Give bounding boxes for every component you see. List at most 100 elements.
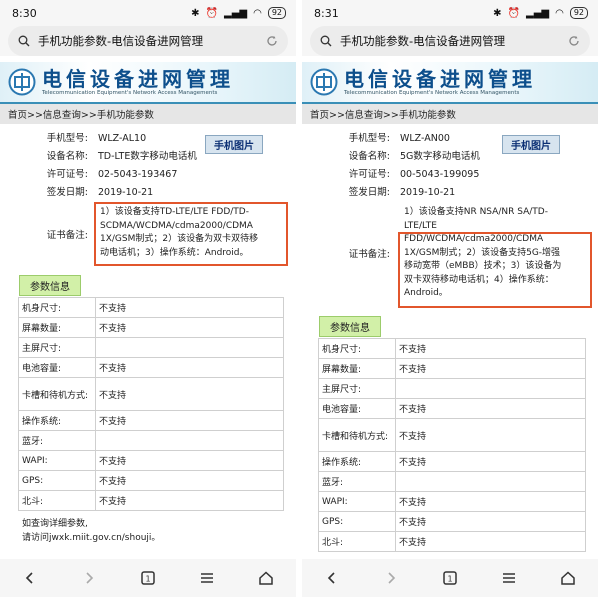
license-value: 02-5043-193467	[98, 169, 178, 180]
site-logo	[310, 68, 338, 96]
param-value: 不支持	[395, 398, 586, 419]
param-value: 不支持	[95, 357, 284, 378]
browser-nav-bar: 1	[302, 559, 598, 597]
phone-photo-button[interactable]: 手机图片	[205, 135, 263, 154]
address-bar[interactable]: 手机功能参数-电信设备进网管理	[8, 26, 288, 56]
phone-screen-right: 8:31 ✱ ⏰ ▂▄▆ ◠ 92 手机功能参数-电信设备进网管理 电信设备进网…	[302, 0, 598, 597]
param-value: 不支持	[95, 470, 284, 491]
param-key: 机身尺寸:	[18, 297, 96, 318]
param-key: 蓝牙:	[318, 471, 396, 492]
name-label: 设备名称:	[46, 151, 88, 162]
param-key: 电池容量:	[318, 398, 396, 419]
footer-line: 如查询详细参数,	[22, 519, 88, 529]
param-key: 北斗:	[18, 490, 96, 511]
breadcrumb[interactable]: 首页>>信息查询>>手机功能参数	[0, 104, 296, 124]
param-value	[95, 337, 284, 358]
table-row: GPS: 不支持	[318, 511, 586, 532]
table-row: 蓝牙:	[318, 471, 586, 492]
address-bar[interactable]: 手机功能参数-电信设备进网管理	[310, 26, 590, 56]
bluetooth-icon: ✱	[493, 7, 502, 19]
license-label: 许可证号:	[46, 169, 88, 180]
menu-button[interactable]	[192, 563, 222, 593]
home-button[interactable]	[251, 563, 281, 593]
param-value	[95, 430, 284, 451]
search-icon	[18, 35, 30, 47]
table-row: 主屏尺寸:	[18, 337, 284, 358]
param-key: 电池容量:	[18, 357, 96, 378]
param-value: 不支持	[395, 491, 586, 512]
date-label: 签发日期:	[348, 187, 390, 198]
browser-nav-bar: 1	[0, 559, 296, 597]
web-page: 电信设备进网管理 Telecommunication Equipment's N…	[302, 56, 598, 559]
tabs-icon: 1	[443, 571, 457, 585]
table-row: 屏幕数量: 不支持	[18, 317, 284, 338]
param-key: 屏幕数量:	[18, 317, 96, 338]
param-value	[395, 378, 586, 399]
site-title: 电信设备进网管理	[344, 66, 536, 91]
forward-icon	[86, 572, 93, 584]
param-key: 机身尺寸:	[318, 338, 396, 359]
table-row: 操作系统: 不支持	[318, 451, 586, 472]
table-row: 电池容量: 不支持	[18, 357, 284, 378]
wifi-icon: ◠	[253, 7, 262, 19]
table-row: 卡槽和待机方式: 不支持	[18, 377, 284, 411]
param-key: 屏幕数量:	[318, 358, 396, 379]
table-row: WAPI: 不支持	[18, 450, 284, 471]
model-value: WLZ-AN00	[400, 133, 450, 144]
forward-button[interactable]	[74, 563, 104, 593]
param-key: WAPI:	[318, 491, 396, 512]
breadcrumb[interactable]: 首页>>信息查询>>手机功能参数	[302, 104, 598, 124]
phone-photo-button[interactable]: 手机图片	[502, 135, 560, 154]
back-icon	[327, 572, 335, 584]
reload-icon[interactable]	[266, 35, 278, 47]
menu-icon	[503, 573, 516, 583]
status-bar: 8:30 ✱ ⏰ ▂▄▆ ◠ 92	[0, 0, 296, 26]
forward-icon	[388, 572, 395, 584]
param-value: 不支持	[95, 297, 284, 318]
license-label: 许可证号:	[348, 169, 390, 180]
param-key: GPS:	[318, 511, 396, 532]
tabs-button[interactable]: 1	[435, 563, 465, 593]
param-key: 主屏尺寸:	[318, 378, 396, 399]
signal-icon: ▂▄▆	[224, 7, 248, 19]
cert-line: LTE/LTE	[404, 220, 437, 231]
model-value: WLZ-AL10	[98, 133, 147, 144]
param-value: 不支持	[95, 317, 284, 338]
reload-icon[interactable]	[568, 35, 580, 47]
table-row: 机身尺寸: 不支持	[18, 297, 284, 318]
cert-label: 证书备注:	[46, 230, 88, 241]
param-key: 卡槽和待机方式:	[318, 418, 396, 452]
param-value: 不支持	[395, 451, 586, 472]
footer-link[interactable]: 请访问jwxk.miit.gov.cn/shouji。	[22, 531, 160, 545]
back-button[interactable]	[15, 563, 45, 593]
status-bar: 8:31 ✱ ⏰ ▂▄▆ ◠ 92	[302, 0, 598, 26]
battery-icon: 92	[267, 7, 286, 19]
param-value: 不支持	[95, 450, 284, 471]
tabs-button[interactable]: 1	[133, 563, 163, 593]
home-button[interactable]	[553, 563, 583, 593]
param-table: 机身尺寸: 不支持 屏幕数量: 不支持 主屏尺寸: 电池容量: 不支持 卡槽和待机方式…	[318, 338, 586, 552]
table-row: 电池容量: 不支持	[318, 398, 586, 419]
alarm-icon: ⏰	[507, 7, 520, 19]
battery-icon: 92	[569, 7, 588, 19]
param-header: 参数信息	[19, 275, 81, 296]
site-subtitle: Telecommunication Equipment's Network Ac…	[42, 89, 218, 96]
param-header: 参数信息	[319, 316, 381, 337]
param-value: 不支持	[395, 418, 586, 452]
home-icon	[259, 571, 274, 585]
svg-text:1: 1	[145, 575, 150, 584]
back-icon	[25, 572, 33, 584]
forward-button[interactable]	[376, 563, 406, 593]
signal-icon: ▂▄▆	[526, 7, 550, 19]
table-row: WAPI: 不支持	[318, 491, 586, 512]
param-value: 不支持	[95, 490, 284, 511]
clock: 8:30	[12, 6, 37, 20]
svg-text:1: 1	[447, 575, 452, 584]
web-page: 电信设备进网管理 Telecommunication Equipment's N…	[0, 56, 296, 559]
param-table: 机身尺寸: 不支持 屏幕数量: 不支持 主屏尺寸: 电池容量: 不支持 卡槽和待机方式…	[18, 297, 284, 511]
param-key: 卡槽和待机方式:	[18, 377, 96, 411]
menu-button[interactable]	[494, 563, 524, 593]
table-row: 蓝牙:	[18, 430, 284, 451]
back-button[interactable]	[317, 563, 347, 593]
alarm-icon: ⏰	[205, 7, 218, 19]
